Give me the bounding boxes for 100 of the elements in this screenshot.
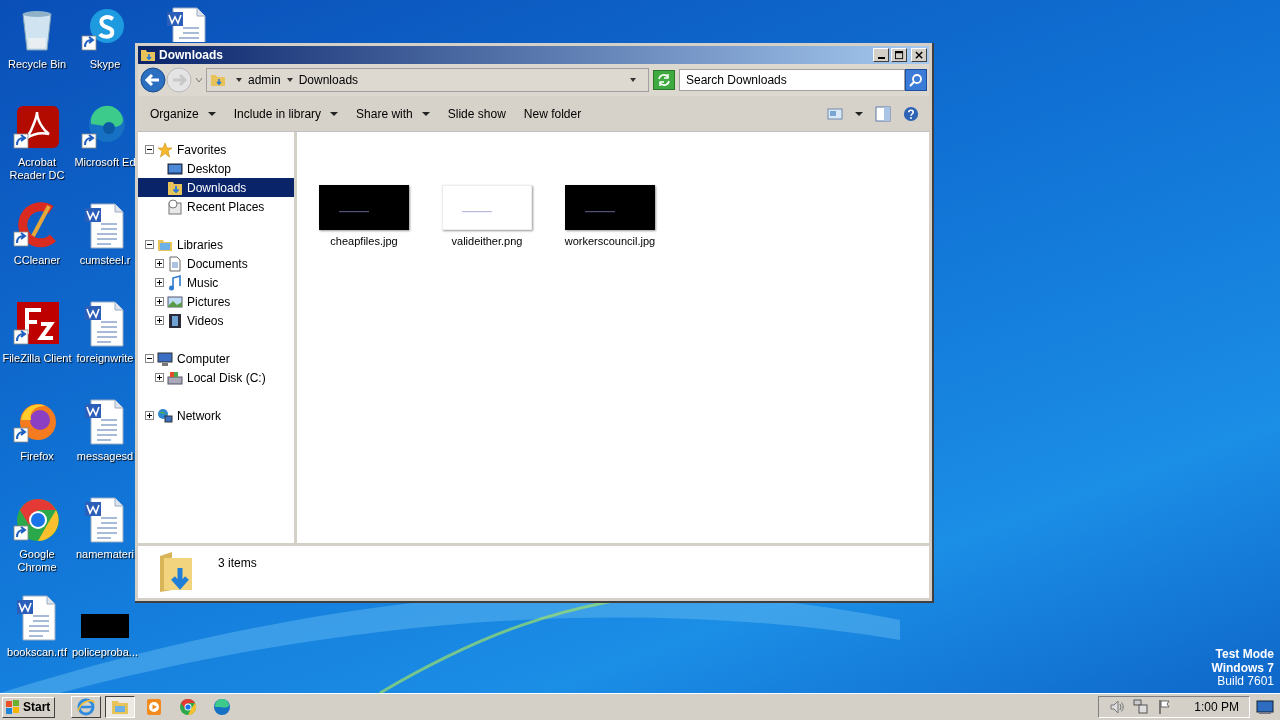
tree-item[interactable]: Local Disk (C:) (138, 368, 294, 387)
search-icon (908, 72, 924, 88)
system-info-text: Build 7601 (1217, 675, 1274, 689)
network-icon (157, 407, 173, 424)
expander-icon[interactable] (155, 297, 164, 306)
toolbar-button[interactable]: Organize (142, 102, 224, 125)
recent-places-icon (167, 198, 183, 215)
desktop-icon-label: namemateri (75, 548, 135, 561)
document-icon (167, 255, 183, 272)
tree-item[interactable]: Computer (138, 349, 294, 368)
view-caret-icon[interactable] (855, 109, 863, 118)
close-icon (914, 50, 924, 60)
expander-icon[interactable] (145, 240, 154, 249)
file-name[interactable]: workerscouncil.jpg (564, 235, 656, 247)
network-icon[interactable] (1133, 699, 1149, 715)
desktop-icon-label: Google Chrome (16, 548, 58, 574)
minimize-icon (877, 57, 885, 59)
toolbar-button[interactable]: Slide show (439, 102, 514, 125)
star-icon (157, 141, 173, 158)
maximize-icon (894, 50, 904, 60)
maximize-button[interactable] (891, 48, 907, 62)
desktop-icon-label: Skype (89, 58, 121, 71)
expander-icon[interactable] (155, 373, 164, 382)
desktop-icon-label: policeproba... (72, 646, 139, 659)
tree-item[interactable]: Music (138, 273, 294, 292)
clock[interactable]: 1:00 PM (1194, 700, 1239, 714)
file-name[interactable]: valideither.png (451, 235, 523, 247)
close-button[interactable] (911, 48, 927, 62)
folder-icon (167, 179, 183, 196)
expander-icon[interactable] (145, 145, 154, 154)
flag-icon[interactable] (1157, 699, 1173, 715)
folder-icon (158, 550, 194, 594)
browser-icon[interactable] (13, 496, 61, 544)
windows-logo-icon (5, 699, 21, 715)
ftp-app-icon[interactable] (13, 300, 61, 348)
refresh-button[interactable] (653, 70, 675, 90)
dropdown-caret-icon[interactable] (629, 76, 637, 84)
browser-icon (212, 697, 233, 717)
window-title: Downloads (159, 48, 223, 62)
tree-item[interactable]: Videos (138, 311, 294, 330)
taskbar-button[interactable] (105, 696, 136, 718)
tree-item[interactable]: Recent Places (138, 197, 294, 216)
item-count: 3 items (218, 556, 257, 570)
desktop-icon-label: cumsteel.r (79, 254, 131, 267)
toolbar-button[interactable]: Include in library (225, 102, 347, 125)
system-info-text: Windows 7 (1211, 661, 1274, 675)
film-icon (167, 312, 183, 329)
desktop-icon-label: FileZilla Client (1, 352, 73, 365)
tree-item[interactable]: Network (138, 406, 294, 425)
address-bar[interactable]: admin Downloads (206, 68, 649, 92)
tree-item[interactable]: Documents (138, 254, 294, 273)
minimize-button[interactable] (873, 48, 889, 62)
disk-icon (167, 369, 183, 386)
caret-icon (330, 109, 339, 118)
caret-icon[interactable] (285, 76, 294, 84)
tree-item[interactable]: Desktop (138, 159, 294, 178)
desktop-icon-label: Acrobat Reader DC (8, 156, 66, 182)
refresh-icon (656, 72, 672, 88)
folder-icon (210, 72, 226, 88)
monitor-icon (167, 160, 183, 177)
tree-item[interactable]: Libraries (138, 235, 294, 254)
toolbar-button[interactable]: Share with (348, 102, 438, 125)
show-desktop-icon[interactable] (1256, 699, 1274, 715)
system-info-text: Test Mode (1215, 648, 1274, 662)
caret-icon (207, 109, 216, 118)
recent-pages-caret-icon[interactable] (195, 76, 203, 84)
caret-icon (421, 109, 430, 118)
desktop-icon-label: messagesd (76, 450, 134, 463)
tree-item[interactable]: Pictures (138, 292, 294, 311)
expander-icon[interactable] (155, 316, 164, 325)
expander-icon[interactable] (155, 259, 164, 268)
browser-icon (178, 697, 199, 717)
desktop-icon-label: Firefox (19, 450, 55, 463)
help-icon[interactable] (903, 105, 919, 122)
picture-icon (167, 293, 183, 310)
expander-icon[interactable] (145, 411, 154, 420)
breadcrumb[interactable]: admin (248, 73, 281, 87)
file-name[interactable]: cheapfiles.jpg (330, 235, 398, 247)
expander-icon[interactable] (155, 278, 164, 287)
folder-icon (140, 47, 156, 63)
expander-icon[interactable] (145, 354, 154, 363)
computer-icon (157, 350, 173, 367)
tree-item[interactable]: Downloads (138, 178, 294, 197)
start-button[interactable]: Start (2, 696, 56, 718)
desktop-icon-label: foreignwrite (76, 352, 134, 365)
search-field[interactable]: Search Downloads (679, 69, 905, 91)
browser-icon (76, 697, 97, 717)
music-note-icon (167, 274, 183, 291)
desktop-icon-label: CCleaner (12, 254, 62, 267)
volume-icon[interactable] (1109, 699, 1125, 715)
back-button[interactable] (140, 67, 166, 93)
tree-item[interactable]: Favorites (138, 140, 294, 159)
desktop-icon-label: Recycle Bin (6, 58, 68, 71)
desktop-icon-label: bookscan.rtf (6, 646, 68, 659)
toolbar-button[interactable]: New folder (515, 102, 590, 125)
search-button[interactable] (905, 69, 927, 91)
desktop-icon-label: Microsoft Ed (74, 156, 136, 169)
caret-icon[interactable] (235, 76, 243, 84)
breadcrumb[interactable]: Downloads (298, 73, 359, 87)
pdf-app-icon[interactable] (13, 104, 61, 152)
